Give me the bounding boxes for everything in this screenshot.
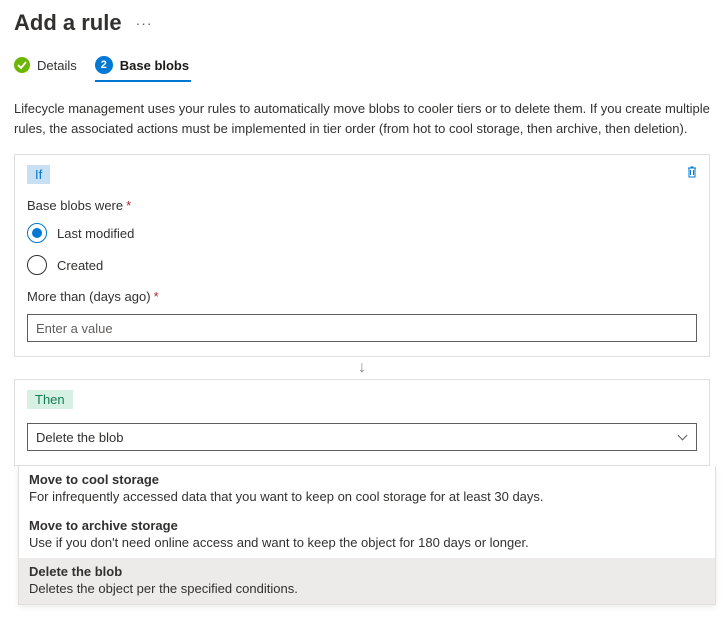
- option-move-archive-storage[interactable]: Move to archive storage Use if you don't…: [19, 512, 715, 558]
- action-dropdown[interactable]: Delete the blob: [27, 423, 697, 451]
- check-icon: [14, 57, 30, 73]
- option-description: For infrequently accessed data that you …: [29, 489, 705, 504]
- if-chip: If: [27, 165, 50, 184]
- delete-icon[interactable]: [685, 165, 699, 179]
- more-than-days-label: More than (days ago)*: [27, 289, 697, 304]
- radio-last-modified[interactable]: Last modified: [27, 223, 697, 243]
- page-title: Add a rule: [14, 10, 122, 36]
- flow-arrow-icon: ↓: [14, 357, 710, 379]
- tab-base-blobs[interactable]: 2 Base blobs: [95, 56, 189, 82]
- tab-details-label: Details: [37, 58, 77, 73]
- step-tabs: Details 2 Base blobs: [14, 56, 710, 83]
- radio-last-modified-label: Last modified: [57, 226, 134, 241]
- radio-created-label: Created: [57, 258, 103, 273]
- radio-icon: [27, 223, 47, 243]
- step-number-icon: 2: [95, 56, 113, 74]
- option-title: Move to cool storage: [29, 472, 705, 487]
- base-blobs-were-label: Base blobs were*: [27, 198, 697, 213]
- option-title: Move to archive storage: [29, 518, 705, 533]
- if-condition-card: If Base blobs were* Last modified Create…: [14, 154, 710, 357]
- radio-created[interactable]: Created: [27, 255, 697, 275]
- option-move-cool-storage[interactable]: Move to cool storage For infrequently ac…: [19, 466, 715, 512]
- dropdown-selected-label: Delete the blob: [36, 430, 123, 445]
- more-menu-icon[interactable]: ···: [136, 15, 153, 31]
- then-action-card: Then Delete the blob: [14, 379, 710, 466]
- tab-base-blobs-label: Base blobs: [120, 58, 189, 73]
- then-chip: Then: [27, 390, 73, 409]
- radio-icon: [27, 255, 47, 275]
- option-description: Deletes the object per the specified con…: [29, 581, 705, 596]
- description-text: Lifecycle management uses your rules to …: [14, 99, 710, 138]
- action-dropdown-options: Move to cool storage For infrequently ac…: [18, 466, 716, 605]
- option-delete-blob[interactable]: Delete the blob Deletes the object per t…: [19, 558, 715, 604]
- chevron-down-icon: [678, 431, 688, 441]
- option-title: Delete the blob: [29, 564, 705, 579]
- option-description: Use if you don't need online access and …: [29, 535, 705, 550]
- tab-details[interactable]: Details: [14, 57, 77, 81]
- days-ago-input[interactable]: [27, 314, 697, 342]
